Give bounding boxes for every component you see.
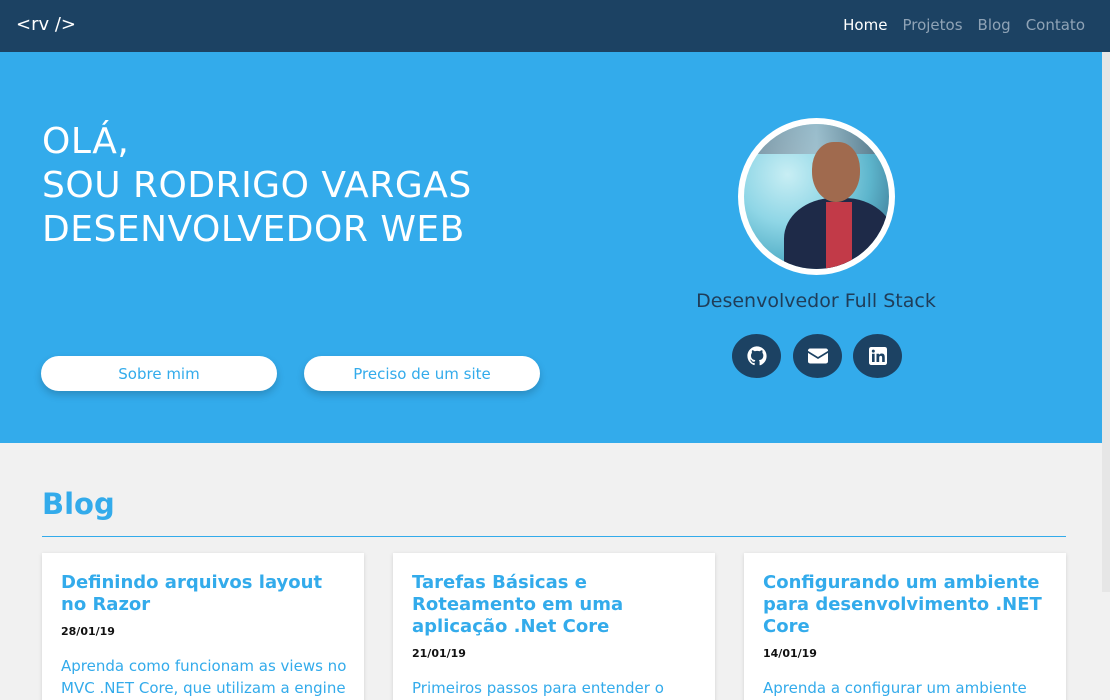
need-site-button[interactable]: Preciso de um site bbox=[304, 356, 540, 391]
nav-link-contato[interactable]: Contato bbox=[1026, 16, 1085, 34]
blog-card-title[interactable]: Tarefas Básicas e Roteamento em uma apli… bbox=[412, 572, 702, 638]
avatar-photo bbox=[744, 124, 889, 269]
github-link[interactable] bbox=[732, 334, 781, 378]
linkedin-icon bbox=[868, 347, 887, 365]
nav-link-blog[interactable]: Blog bbox=[978, 16, 1011, 34]
blog-card-title[interactable]: Definindo arquivos layout no Razor bbox=[61, 572, 351, 616]
about-me-button[interactable]: Sobre mim bbox=[41, 356, 277, 391]
linkedin-link[interactable] bbox=[853, 334, 902, 378]
blog-card[interactable]: Tarefas Básicas e Roteamento em uma apli… bbox=[393, 553, 715, 700]
nav-link-projetos[interactable]: Projetos bbox=[902, 16, 962, 34]
hero-name: SOU RODRIGO VARGAS bbox=[42, 165, 472, 206]
blog-card[interactable]: Configurando um ambiente para desenvolvi… bbox=[744, 553, 1066, 700]
nav-link-home[interactable]: Home bbox=[843, 16, 887, 34]
scrollbar[interactable] bbox=[1102, 52, 1110, 592]
role-subtitle: Desenvolvedor Full Stack bbox=[696, 290, 936, 312]
blog-card-excerpt: Primeiros passos para entender o bbox=[412, 679, 664, 697]
hero-greeting: OLÁ, bbox=[42, 121, 130, 162]
blog-card-date: 21/01/19 bbox=[412, 647, 466, 660]
blog-card[interactable]: Definindo arquivos layout no Razor 28/01… bbox=[42, 553, 364, 700]
blog-card-date: 28/01/19 bbox=[61, 625, 115, 638]
nav-links: Home Projetos Blog Contato bbox=[843, 16, 1085, 34]
avatar bbox=[738, 118, 895, 275]
brand-logo[interactable]: <rv /> bbox=[16, 14, 76, 35]
email-link[interactable] bbox=[793, 334, 842, 378]
blog-card-title[interactable]: Configurando um ambiente para desenvolvi… bbox=[763, 572, 1053, 638]
github-icon bbox=[746, 346, 767, 366]
blog-divider bbox=[42, 536, 1066, 537]
blog-section-title: Blog bbox=[42, 487, 115, 521]
mail-icon bbox=[807, 348, 828, 364]
navbar: <rv /> Home Projetos Blog Contato bbox=[0, 0, 1110, 52]
blog-card-excerpt: Aprenda como funcionam as views no MVC .… bbox=[61, 657, 347, 697]
hero-title: DESENVOLVEDOR WEB bbox=[42, 209, 465, 250]
blog-card-date: 14/01/19 bbox=[763, 647, 817, 660]
blog-card-excerpt: Aprenda a configurar um ambiente bbox=[763, 679, 1027, 697]
hero-section: OLÁ, SOU RODRIGO VARGAS DESENVOLVEDOR WE… bbox=[0, 52, 1110, 443]
hero-headline: OLÁ, SOU RODRIGO VARGAS DESENVOLVEDOR WE… bbox=[42, 120, 472, 252]
